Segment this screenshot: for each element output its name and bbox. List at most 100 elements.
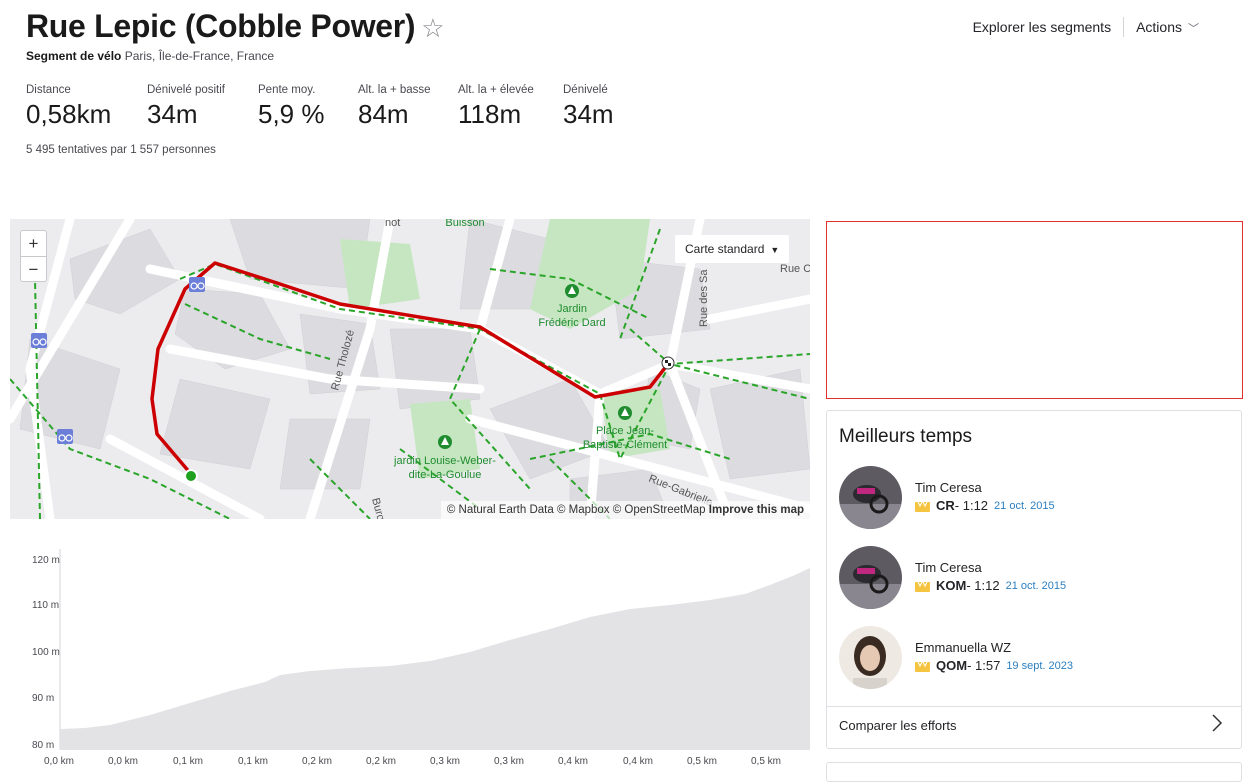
start-marker <box>184 469 198 483</box>
elevation-profile[interactable]: 120 m 110 m 100 m 90 m 80 m 0,0 km 0,0 k… <box>10 545 810 770</box>
street-label: Rue des Sa <box>698 269 710 327</box>
x-tick-label: 0,2 km <box>302 756 333 767</box>
stat-value: 34m <box>563 99 614 129</box>
bike-station-icon <box>31 333 47 348</box>
map-label: Baptiste-Clément <box>583 439 667 451</box>
avatar[interactable] <box>839 466 902 529</box>
caret-down-icon: ▼ <box>770 245 780 255</box>
x-tick-label: 0,5 km <box>751 756 782 767</box>
zoom-in-button[interactable]: + <box>21 231 46 256</box>
chevron-right-icon[interactable] <box>1207 711 1227 735</box>
effort-time: - 1:12 <box>966 578 1000 593</box>
actions-label: Actions <box>1136 18 1182 35</box>
stat-label: Pente moy. <box>258 84 316 96</box>
map-label: jardin Louise-Weber- <box>393 455 496 467</box>
athlete-name[interactable]: Tim Ceresa <box>915 560 982 575</box>
x-tick-label: 0,0 km <box>108 756 139 767</box>
y-tick-label: 100 m <box>32 647 60 658</box>
effort-line: QOM - 1:57 19 sept. 2023 <box>915 658 1073 673</box>
stat-value: 34m <box>147 99 198 129</box>
segment-map[interactable]: Buisson Jardin Frédéric Dard Place Jean-… <box>10 219 810 519</box>
bike-station-icon <box>57 429 73 444</box>
segment-header: Rue Lepic (Cobble Power) ☆ Segment de vé… <box>26 8 445 63</box>
street-label: Rue C <box>780 263 810 275</box>
stat-elevation-gain: Dénivelé positif 34m <box>147 84 234 130</box>
segment-location: Paris, Île-de-France, France <box>124 49 275 63</box>
attribution-text[interactable]: © Natural Earth Data © Mapbox © OpenStre… <box>447 504 706 516</box>
divider <box>827 706 1241 707</box>
park-icon <box>565 284 579 298</box>
map-canvas[interactable]: Buisson Jardin Frédéric Dard Place Jean-… <box>10 219 810 519</box>
x-tick-label: 0,3 km <box>494 756 525 767</box>
stat-label: Alt. la + élevée <box>458 84 534 96</box>
stat-label: Distance <box>26 84 71 96</box>
effort-line: CR - 1:12 21 oct. 2015 <box>915 498 1055 513</box>
x-tick-label: 0,1 km <box>173 756 204 767</box>
elevation-chart <box>59 549 810 750</box>
x-tick-label: 0,1 km <box>238 756 269 767</box>
effort-date[interactable]: 21 oct. 2015 <box>1006 580 1067 592</box>
finish-marker <box>661 356 675 370</box>
effort-time: - 1:12 <box>954 498 989 513</box>
stat-value: 5,9 % <box>258 99 325 129</box>
crown-icon <box>915 499 930 512</box>
leaderboard-card: Meilleurs temps Tim Ceresa CR - 1:12 21 … <box>826 410 1242 749</box>
y-tick-label: 80 m <box>32 740 55 751</box>
x-tick-label: 0,5 km <box>687 756 718 767</box>
x-tick-label: 0,0 km <box>44 756 75 767</box>
park-icon <box>618 406 632 420</box>
stat-lowest-elevation: Alt. la + basse 84m <box>358 84 434 130</box>
crown-icon <box>915 579 930 592</box>
crown-icon <box>915 659 930 672</box>
segment-type: Segment de vélo <box>26 49 122 63</box>
map-attribution: © Natural Earth Data © Mapbox © OpenStre… <box>440 501 810 519</box>
x-tick-label: 0,2 km <box>366 756 397 767</box>
stat-label: Dénivelé <box>563 84 608 96</box>
map-type-label: Carte standard <box>685 242 765 256</box>
actions-menu[interactable]: Actions ﹀ <box>1136 19 1199 36</box>
avatar[interactable] <box>839 546 902 609</box>
athlete-name[interactable]: Tim Ceresa <box>915 480 982 495</box>
park-icon <box>438 435 452 449</box>
x-tick-label: 0,3 km <box>430 756 461 767</box>
chevron-down-icon: ﹀ <box>1188 22 1199 35</box>
y-tick-label: 110 m <box>32 600 60 611</box>
effort-date[interactable]: 19 sept. 2023 <box>1006 660 1073 672</box>
next-card <box>826 762 1242 782</box>
leaderboard-entry[interactable]: Tim Ceresa CR - 1:12 21 oct. 2015 <box>839 466 1229 530</box>
ad-placeholder <box>826 221 1243 399</box>
star-icon[interactable]: ☆ <box>421 15 444 41</box>
avatar[interactable] <box>839 626 902 689</box>
elevation-area <box>60 568 810 750</box>
stat-value: 118m <box>458 99 522 129</box>
map-label: Buisson <box>445 219 484 229</box>
page-title: Rue Lepic (Cobble Power) <box>26 8 416 44</box>
compare-efforts-link[interactable]: Comparer les efforts <box>839 718 957 733</box>
stat-elevation-difference: Dénivelé 34m <box>563 84 614 130</box>
stat-distance: Distance 0,58km <box>26 84 123 130</box>
rank-label: KOM <box>936 578 967 593</box>
x-tick-label: 0,4 km <box>623 756 654 767</box>
zoom-out-button[interactable]: − <box>21 256 46 281</box>
segment-stats: Distance 0,58km Dénivelé positif 34m Pen… <box>26 84 638 130</box>
leaderboard-entry[interactable]: Emmanuella WZ QOM - 1:57 19 sept. 2023 <box>839 626 1229 690</box>
map-label: Jardin <box>557 303 587 315</box>
y-tick-label: 90 m <box>32 693 55 704</box>
x-tick-label: 0,4 km <box>558 756 589 767</box>
map-label: Frédéric Dard <box>538 317 605 329</box>
explore-segments-link[interactable]: Explorer les segments <box>973 19 1124 35</box>
leaderboard-title: Meilleurs temps <box>839 426 973 447</box>
top-actions: Explorer les segments Actions ﹀ <box>973 17 1199 37</box>
attempts-count: 5 495 tentatives par 1 557 personnes <box>26 144 216 156</box>
segment-subtitle: Segment de vélo Paris, Île-de-France, Fr… <box>26 49 445 63</box>
effort-time: - 1:57 <box>967 658 1001 673</box>
effort-line: KOM - 1:12 21 oct. 2015 <box>915 578 1066 593</box>
stat-label: Dénivelé positif <box>147 84 225 96</box>
stat-value: 84m <box>358 99 409 129</box>
leaderboard-entry[interactable]: Tim Ceresa KOM - 1:12 21 oct. 2015 <box>839 546 1229 610</box>
map-type-select[interactable]: Carte standard ▼ <box>675 235 790 263</box>
effort-date[interactable]: 21 oct. 2015 <box>994 500 1055 512</box>
rank-label: CR <box>936 498 955 513</box>
athlete-name[interactable]: Emmanuella WZ <box>915 640 1011 655</box>
improve-map-link[interactable]: Improve this map <box>709 504 804 516</box>
